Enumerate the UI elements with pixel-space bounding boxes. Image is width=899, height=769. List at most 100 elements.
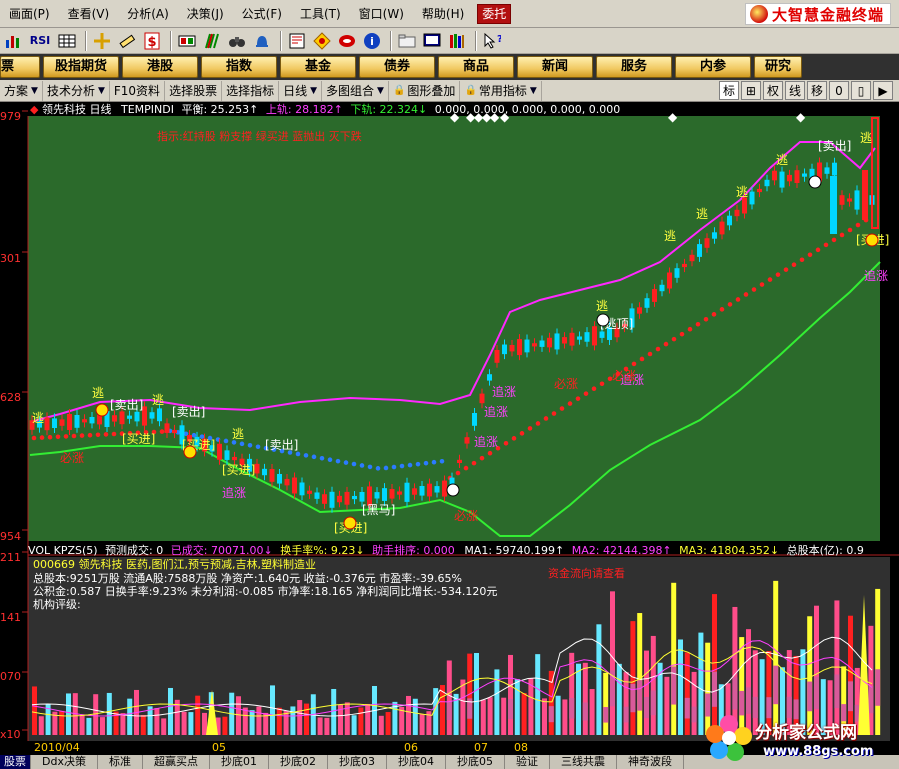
market-nav-button[interactable]: 新闻: [517, 56, 593, 78]
volume-bar: [106, 692, 112, 735]
dollar-icon[interactable]: $: [141, 30, 163, 52]
monitor-icon[interactable]: [421, 30, 443, 52]
bottom-tab[interactable]: 验证: [505, 755, 550, 769]
stock-info-line: 000669 领先科技 医药,图们江,预亏预减,吉林,塑料制造业: [33, 558, 316, 571]
candle-body: [397, 491, 402, 495]
market-nav-button[interactable]: 内参: [675, 56, 751, 78]
function-menu-item[interactable]: 🔒 图形叠加: [389, 80, 461, 101]
help-cursor-icon[interactable]: ?: [481, 30, 503, 52]
grid-icon[interactable]: [56, 30, 78, 52]
bottom-tab[interactable]: Ddx决策: [31, 755, 98, 769]
market-nav-button[interactable]: 债券: [359, 56, 435, 78]
market-nav-button[interactable]: 港股: [122, 56, 198, 78]
market-nav-button[interactable]: 票: [0, 56, 40, 78]
volume-bar: [324, 717, 330, 735]
menu-item[interactable]: 公式(F): [233, 3, 291, 25]
middle-band-dot: [47, 434, 53, 440]
bottom-tab[interactable]: 抄底02: [269, 755, 328, 769]
volume-bar-segment: [691, 706, 697, 723]
info-icon[interactable]: i: [361, 30, 383, 52]
function-menu-item[interactable]: 选择股票: [165, 80, 223, 101]
view-toggle-button[interactable]: ▶: [873, 81, 893, 100]
market-nav-button[interactable]: 商品: [438, 56, 514, 78]
entrust-button[interactable]: 委托: [477, 3, 512, 24]
view-toggle-button[interactable]: 权: [762, 81, 783, 100]
volume-bar-segment: [807, 681, 813, 712]
candle-body: [442, 480, 447, 497]
news-icon[interactable]: [286, 30, 308, 52]
function-menu-item[interactable]: 技术分析 ▼: [43, 80, 110, 101]
menu-item[interactable]: 查看(V): [59, 3, 119, 25]
chase-signal-label: 追涨: [492, 384, 516, 399]
rsi-icon[interactable]: RSI: [27, 30, 53, 52]
crosshair-icon[interactable]: [91, 30, 113, 52]
bottom-tab[interactable]: 标准: [98, 755, 143, 769]
candle-body: [727, 215, 732, 226]
bottom-tab[interactable]: 抄底05: [446, 755, 505, 769]
candle-body: [157, 408, 162, 422]
volume-bar: [562, 699, 568, 735]
books-icon[interactable]: [446, 30, 468, 52]
view-toggle-button[interactable]: 线: [784, 81, 805, 100]
function-menu-item[interactable]: 方案 ▼: [0, 80, 43, 101]
candle-body: [232, 456, 237, 461]
bell-icon[interactable]: [251, 30, 273, 52]
middle-band-dot: [423, 460, 429, 466]
view-toggle-button[interactable]: ⊞: [740, 81, 761, 100]
function-menu-label: 日线: [283, 83, 308, 98]
candle-body: [712, 232, 717, 239]
market-nav-button[interactable]: 股指期货: [43, 56, 119, 78]
view-toggle-button[interactable]: 移: [806, 81, 827, 100]
bottom-tab[interactable]: 抄底03: [328, 755, 387, 769]
market-nav-button[interactable]: 研究: [754, 56, 802, 78]
ruler-icon[interactable]: [116, 30, 138, 52]
escape-signal-label: 逃: [596, 299, 608, 313]
volume-axis-label: 141: [0, 611, 21, 624]
candle-body: [52, 418, 57, 428]
bars-icon[interactable]: [2, 30, 24, 52]
toolbar-separator: [85, 30, 87, 51]
function-bar: 方案 ▼ 技术分析 ▼ F10资料 选择股票 选择指标 日线 ▼ 多图组合 ▼ 🔒 图形叠加 🔒 常用指标 ▼…: [0, 80, 899, 102]
bottom-tab[interactable]: 神奇波段: [617, 755, 684, 769]
view-toggle-button[interactable]: 标: [718, 81, 739, 100]
bottom-tab[interactable]: 超赢买点: [143, 755, 210, 769]
function-menu-item[interactable]: 日线 ▼: [279, 80, 323, 101]
volume-bar: [576, 663, 581, 735]
view-toggle-button[interactable]: ▯: [851, 81, 871, 100]
volume-bar: [474, 652, 479, 735]
signal-legend: 指示:红持股 粉支撑 绿买进 蓝抛出 灭下跌: [157, 130, 362, 143]
stock-info-line: 机构评级:: [33, 598, 81, 611]
kline-chart[interactable]: 逃逃逃逃逃逃逃逃逃逃[卖出][卖出][卖出][卖出][买进][买进][买进][买…: [0, 102, 899, 755]
view-toggle-button[interactable]: 0: [829, 81, 849, 100]
binoculars-icon[interactable]: [226, 30, 248, 52]
market-nav-button[interactable]: 基金: [280, 56, 356, 78]
function-menu-item[interactable]: F10资料: [110, 80, 166, 101]
candle-body: [652, 289, 657, 302]
volume-bar: [610, 591, 615, 735]
menu-item[interactable]: 窗口(W): [350, 3, 413, 25]
menu-item[interactable]: 画面(P): [0, 3, 59, 25]
bottom-tab[interactable]: 股票: [0, 755, 31, 769]
bottom-tab[interactable]: 抄底04: [387, 755, 446, 769]
stripe-icon[interactable]: [201, 30, 223, 52]
middle-band-dot: [311, 454, 317, 460]
market-nav-button[interactable]: 服务: [596, 56, 672, 78]
watermark-title: 分析家公式网: [755, 723, 857, 743]
function-menu-item[interactable]: 🔒 常用指标 ▼: [460, 80, 542, 101]
folder-icon[interactable]: [396, 30, 418, 52]
candle-body: [584, 332, 590, 342]
window-icon[interactable]: [176, 30, 198, 52]
function-menu-item[interactable]: 多图组合 ▼: [322, 80, 389, 101]
candle-body: [337, 495, 342, 503]
market-nav-button[interactable]: 指数: [201, 56, 277, 78]
middle-band-dot: [343, 460, 349, 465]
bottom-tab[interactable]: 抄底01: [210, 755, 269, 769]
diamond-icon[interactable]: [311, 30, 333, 52]
bottom-tab[interactable]: 三线共震: [550, 755, 617, 769]
function-menu-item[interactable]: 选择指标: [222, 80, 280, 101]
menu-item[interactable]: 决策(J): [178, 3, 233, 25]
menu-item[interactable]: 帮助(H): [413, 3, 473, 25]
menu-item[interactable]: 分析(A): [118, 3, 178, 25]
ring-icon[interactable]: [336, 30, 358, 52]
menu-item[interactable]: 工具(T): [291, 3, 350, 25]
